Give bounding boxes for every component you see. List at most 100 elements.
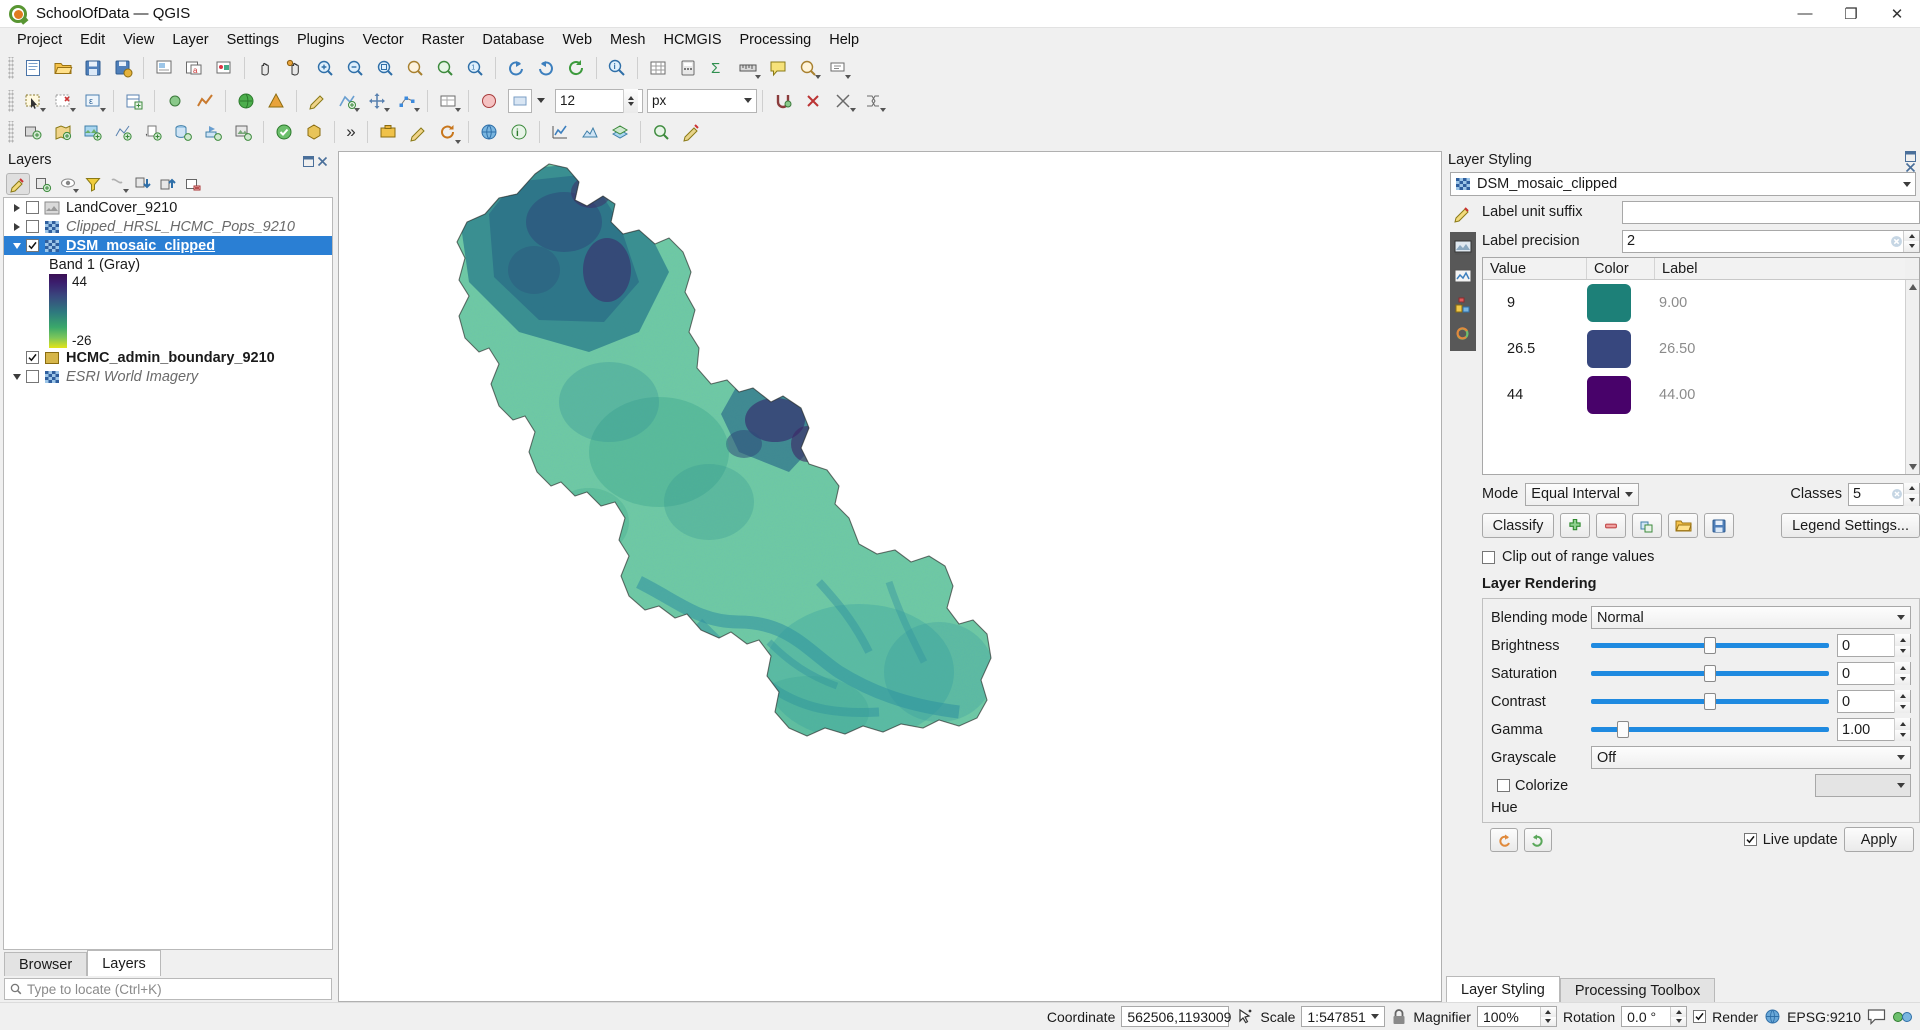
menu-mesh[interactable]: Mesh [601, 30, 654, 50]
raster-calculator-button[interactable] [232, 87, 260, 114]
annotation-layer-button[interactable] [475, 87, 503, 114]
contrast-spinner[interactable] [1894, 690, 1910, 713]
contrast-slider[interactable] [1591, 692, 1829, 712]
toolbar-grip[interactable] [8, 89, 14, 112]
add-feature-button[interactable] [333, 87, 361, 114]
cursor-capture-icon[interactable] [1235, 1006, 1254, 1027]
merge-features-button[interactable] [859, 87, 887, 114]
menu-project[interactable]: Project [8, 30, 71, 50]
map-canvas[interactable] [338, 151, 1442, 1002]
layer-item-hcmc-admin-boundary[interactable]: HCMC_admin_boundary_9210 [4, 348, 332, 367]
scale-field[interactable]: 1:547851 [1301, 1006, 1386, 1027]
expand-all-icon[interactable] [131, 173, 155, 195]
table-row[interactable]: 44 44.00 [1483, 372, 1905, 418]
modify-attributes-button[interactable] [434, 87, 462, 114]
color-swatch[interactable] [1587, 376, 1631, 414]
colorize-color-button[interactable] [1815, 774, 1911, 797]
add-vector-layer-button[interactable] [49, 119, 77, 146]
remove-layer-icon[interactable] [181, 173, 205, 195]
transparency-icon[interactable] [1452, 236, 1474, 258]
menu-web[interactable]: Web [553, 30, 601, 50]
3d-map-view-button[interactable] [606, 119, 634, 146]
layer-item-clipped-hrsl[interactable]: Clipped_HRSL_HCMC_Pops_9210 [4, 217, 332, 236]
delete-selected-button[interactable] [799, 87, 827, 114]
table-row[interactable]: 9 9.00 [1483, 280, 1905, 326]
line-symbol-button[interactable] [191, 87, 219, 114]
menu-raster[interactable]: Raster [413, 30, 474, 50]
rendering-icon[interactable] [1452, 294, 1474, 316]
history-button[interactable] [434, 119, 462, 146]
label-precision-spinner[interactable] [1903, 230, 1919, 252]
expand-toggle[interactable] [8, 373, 26, 380]
save-icon[interactable] [1704, 513, 1734, 538]
colorize-checkbox[interactable] [1497, 779, 1510, 792]
toolbar-grip[interactable] [8, 121, 14, 143]
style-manager-button[interactable] [210, 54, 238, 81]
tab-browser[interactable]: Browser [4, 952, 88, 976]
size-unit-field[interactable]: px [647, 88, 757, 113]
georeferencer-button[interactable] [262, 87, 290, 114]
plugin-status-icon[interactable] [1892, 1006, 1914, 1027]
new-print-layout-button[interactable] [150, 54, 178, 81]
tab-layers[interactable]: Layers [87, 950, 161, 976]
legend-settings-button[interactable]: Legend Settings... [1781, 513, 1920, 538]
folder-open-icon[interactable] [1668, 513, 1698, 538]
minimize-button[interactable]: — [1782, 0, 1828, 28]
clip-out-of-range-row[interactable]: Clip out of range values [1482, 545, 1920, 569]
add-raster-layer-button[interactable] [79, 119, 107, 146]
brightness-spinner[interactable] [1894, 634, 1910, 657]
refresh-button[interactable] [562, 54, 590, 81]
layer-visibility-checkbox[interactable] [26, 351, 39, 364]
metasearch-button[interactable]: i [505, 119, 533, 146]
collapse-all-icon[interactable] [156, 173, 180, 195]
apply-button[interactable]: Apply [1843, 827, 1914, 852]
table-row[interactable]: 26.5 26.50 [1483, 326, 1905, 372]
class-color-cell[interactable] [1587, 330, 1655, 368]
menu-help[interactable]: Help [820, 30, 868, 50]
close-panel-icon[interactable] [317, 155, 328, 166]
float-panel-icon[interactable] [1905, 149, 1916, 162]
rotation-spinner[interactable] [1670, 1007, 1687, 1026]
magnifier-field[interactable]: 100% [1476, 1006, 1557, 1027]
zoom-to-selection-button[interactable] [401, 54, 429, 81]
expand-toggle[interactable] [8, 203, 26, 212]
new-virtual-layer-button[interactable] [120, 87, 148, 114]
expand-toggle[interactable] [8, 222, 26, 231]
save-project-as-button[interactable] [109, 54, 137, 81]
symbology-icon[interactable] [1452, 203, 1474, 225]
classes-spinner[interactable] [1903, 482, 1919, 506]
class-color-cell[interactable] [1587, 284, 1655, 322]
split-features-button[interactable] [829, 87, 857, 114]
classify-button[interactable]: Classify [1482, 513, 1554, 538]
zoom-out-button[interactable] [341, 54, 369, 81]
search-plugin-button[interactable] [647, 119, 675, 146]
magnifier-spinner[interactable] [1539, 1007, 1556, 1026]
layer-visibility-checkbox[interactable] [26, 370, 39, 383]
float-panel-icon[interactable] [303, 155, 314, 167]
brightness-slider[interactable] [1591, 636, 1829, 656]
color-swatch[interactable] [1587, 284, 1631, 322]
menu-edit[interactable]: Edit [71, 30, 114, 50]
plugin-manager-button[interactable] [677, 119, 705, 146]
add-wms-layer-button[interactable] [229, 119, 257, 146]
overflow-button[interactable]: » [341, 119, 361, 146]
rotation-field[interactable]: 0.0 ° [1621, 1006, 1688, 1027]
gamma-slider[interactable] [1591, 720, 1829, 740]
lock-scale-icon[interactable] [1391, 1006, 1407, 1027]
clear-icon[interactable] [1890, 235, 1903, 248]
save-project-button[interactable] [79, 54, 107, 81]
classification-table[interactable]: Value Color Label 9 9.00 26.5 26.50 44 4… [1482, 257, 1920, 475]
layer-visibility-checkbox[interactable] [26, 220, 39, 233]
processing-toolbox-button[interactable] [374, 119, 402, 146]
filter-legend-expression-icon[interactable] [106, 173, 130, 195]
class-color-cell[interactable] [1587, 376, 1655, 414]
add-delimited-text-layer-button[interactable]: , [139, 119, 167, 146]
styling-layer-combo[interactable]: DSM_mosaic_clipped [1450, 172, 1916, 196]
remove-icon[interactable] [1596, 513, 1626, 538]
undo-redo-icon[interactable] [1452, 323, 1474, 345]
locator-bar[interactable]: Type to locate (Ctrl+K) [4, 978, 332, 1000]
layer-visibility-checkbox[interactable] [26, 239, 39, 252]
menu-layer[interactable]: Layer [163, 30, 217, 50]
layer-visibility-checkbox[interactable] [26, 201, 39, 214]
deselect-features-button[interactable] [49, 87, 77, 114]
